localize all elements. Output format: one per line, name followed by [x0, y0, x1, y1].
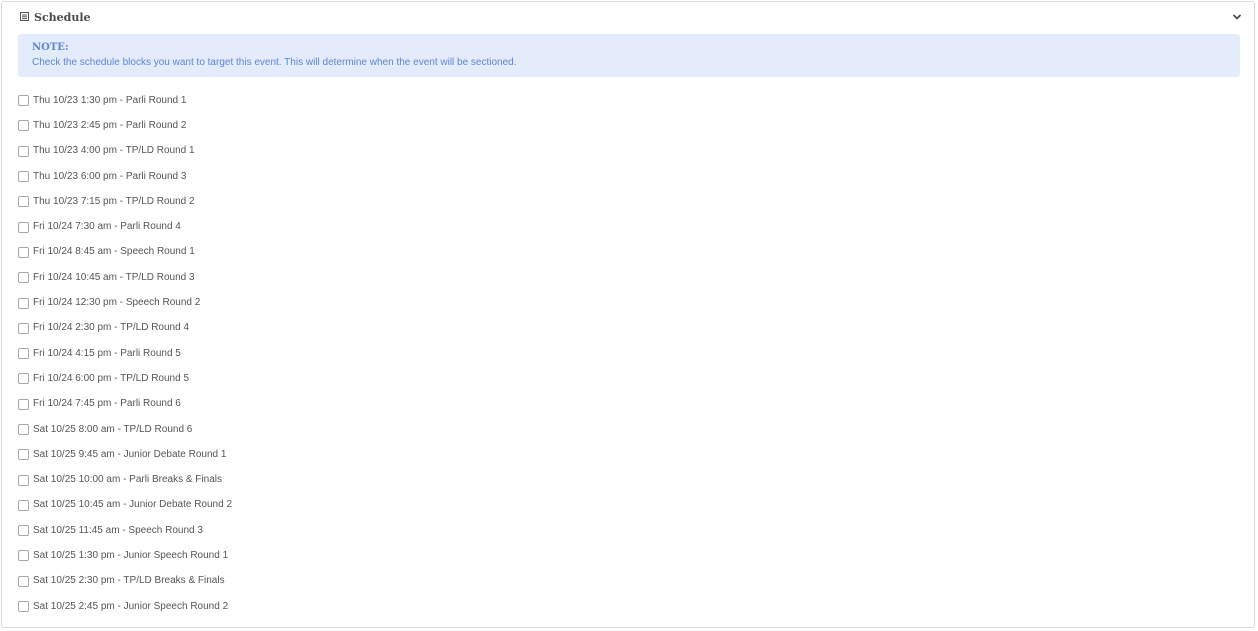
schedule-block-item[interactable]: Thu 10/23 7:15 pm - TP/LD Round 2: [18, 189, 232, 214]
schedule-block-checkbox[interactable]: [18, 322, 29, 334]
schedule-block-checkbox[interactable]: [18, 373, 29, 385]
schedule-block-label: Fri 10/24 2:30 pm - TP/LD Round 4: [33, 322, 190, 334]
panel-title: Schedule: [34, 11, 91, 24]
schedule-block-checkbox[interactable]: [18, 272, 29, 284]
schedule-block-item[interactable]: Fri 10/24 10:45 am - TP/LD Round 3: [18, 265, 232, 290]
schedule-block-item[interactable]: Fri 10/24 7:45 pm - Parli Round 6: [18, 392, 232, 417]
schedule-block-label: Thu 10/23 1:30 pm - Parli Round 1: [33, 94, 187, 106]
schedule-block-item[interactable]: Sat 10/25 1:30 pm - Junior Speech Round …: [18, 543, 232, 568]
schedule-block-checkbox[interactable]: [18, 145, 29, 157]
schedule-block-checkbox[interactable]: [18, 171, 29, 183]
schedule-block-item[interactable]: Fri 10/24 12:30 pm - Speech Round 2: [18, 290, 232, 315]
schedule-block-item[interactable]: Thu 10/23 4:00 pm - TP/LD Round 1: [18, 139, 232, 164]
schedule-block-item[interactable]: Sat 10/25 9:45 am - Junior Debate Round …: [18, 442, 232, 467]
list-icon: [20, 12, 29, 21]
schedule-block-label: Fri 10/24 7:30 am - Parli Round 4: [33, 221, 181, 233]
schedule-block-item[interactable]: Fri 10/24 4:15 pm - Parli Round 5: [18, 341, 232, 366]
note-title: NOTE:: [32, 42, 69, 53]
schedule-block-item[interactable]: Thu 10/23 2:45 pm - Parli Round 2: [18, 113, 232, 138]
schedule-block-label: Sat 10/25 2:45 pm - Junior Speech Round …: [33, 600, 229, 612]
schedule-block-item[interactable]: Sat 10/25 2:45 pm - Junior Speech Round …: [18, 594, 232, 619]
schedule-block-label: Fri 10/24 8:45 am - Speech Round 1: [33, 246, 195, 258]
schedule-block-label: Sat 10/25 10:45 am - Junior Debate Round…: [33, 499, 233, 511]
schedule-block-label: Fri 10/24 12:30 pm - Speech Round 2: [33, 297, 201, 309]
schedule-block-item[interactable]: Sat 10/25 2:30 pm - TP/LD Breaks & Final…: [18, 569, 232, 594]
schedule-block-label: Sat 10/25 11:45 am - Speech Round 3: [33, 524, 203, 536]
schedule-block-item[interactable]: Fri 10/24 6:00 pm - TP/LD Round 5: [18, 366, 232, 391]
schedule-block-label: Thu 10/23 4:00 pm - TP/LD Round 1: [33, 145, 195, 157]
schedule-block-checkbox[interactable]: [18, 525, 29, 537]
schedule-block-checkbox[interactable]: [18, 398, 29, 410]
schedule-panel: Schedule NOTE: Check the schedule blocks…: [1, 1, 1255, 628]
schedule-block-label: Fri 10/24 10:45 am - TP/LD Round 3: [33, 271, 195, 283]
panel-header[interactable]: Schedule: [2, 2, 1254, 32]
schedule-block-checkbox[interactable]: [18, 221, 29, 233]
schedule-block-checkbox[interactable]: [18, 601, 29, 613]
schedule-block-label: Fri 10/24 4:15 pm - Parli Round 5: [33, 347, 181, 359]
schedule-block-checkbox[interactable]: [18, 499, 29, 511]
schedule-block-label: Thu 10/23 2:45 pm - Parli Round 2: [33, 119, 187, 131]
schedule-block-label: Sat 10/25 9:45 am - Junior Debate Round …: [33, 448, 227, 460]
schedule-block-label: Sat 10/25 2:30 pm - TP/LD Breaks & Final…: [33, 575, 225, 587]
schedule-block-item[interactable]: Fri 10/24 2:30 pm - TP/LD Round 4: [18, 316, 232, 341]
schedule-block-item[interactable]: Sat 10/25 11:45 am - Speech Round 3: [18, 518, 232, 543]
schedule-block-item[interactable]: Fri 10/24 8:45 am - Speech Round 1: [18, 240, 232, 265]
schedule-block-label: Sat 10/25 8:00 am - TP/LD Round 6: [33, 423, 193, 435]
schedule-block-item[interactable]: Sat 10/25 10:00 am - Parli Breaks & Fina…: [18, 467, 232, 492]
schedule-block-checkbox[interactable]: [18, 196, 29, 208]
schedule-block-checkbox[interactable]: [18, 120, 29, 132]
schedule-block-label: Sat 10/25 10:00 am - Parli Breaks & Fina…: [33, 474, 222, 486]
schedule-block-label: Fri 10/24 6:00 pm - TP/LD Round 5: [33, 372, 190, 384]
schedule-block-item[interactable]: Sat 10/25 8:00 am - TP/LD Round 6: [18, 417, 232, 442]
schedule-block-checkbox[interactable]: [18, 424, 29, 435]
schedule-block-checkbox[interactable]: [18, 575, 29, 587]
schedule-block-item[interactable]: Sat 10/25 10:45 am - Junior Debate Round…: [18, 493, 232, 518]
chevron-down-icon[interactable]: [1232, 13, 1242, 21]
schedule-block-checkbox[interactable]: [18, 95, 29, 107]
schedule-block-checkbox[interactable]: [18, 550, 29, 562]
note-text: Check the schedule blocks you want to ta…: [32, 57, 517, 68]
schedule-block-list: Thu 10/23 1:30 pm - Parli Round 1 Thu 10/…: [18, 88, 232, 619]
schedule-block-item[interactable]: Fri 10/24 7:30 am - Parli Round 4: [18, 214, 232, 239]
schedule-block-checkbox[interactable]: [18, 297, 29, 309]
schedule-block-checkbox[interactable]: [18, 474, 29, 486]
schedule-block-checkbox[interactable]: [18, 246, 29, 258]
schedule-block-label: Sat 10/25 1:30 pm - Junior Speech Round …: [33, 549, 229, 561]
schedule-block-checkbox[interactable]: [18, 348, 29, 360]
schedule-block-item[interactable]: Thu 10/23 6:00 pm - Parli Round 3: [18, 164, 232, 189]
schedule-block-checkbox[interactable]: [18, 449, 29, 461]
schedule-block-item[interactable]: Thu 10/23 1:30 pm - Parli Round 1: [18, 88, 232, 113]
schedule-block-label: Fri 10/24 7:45 pm - Parli Round 6: [33, 398, 181, 410]
schedule-block-label: Thu 10/23 7:15 pm - TP/LD Round 2: [33, 195, 195, 207]
note-box: NOTE: Check the schedule blocks you want…: [18, 34, 1240, 77]
schedule-block-label: Thu 10/23 6:00 pm - Parli Round 3: [33, 170, 187, 182]
